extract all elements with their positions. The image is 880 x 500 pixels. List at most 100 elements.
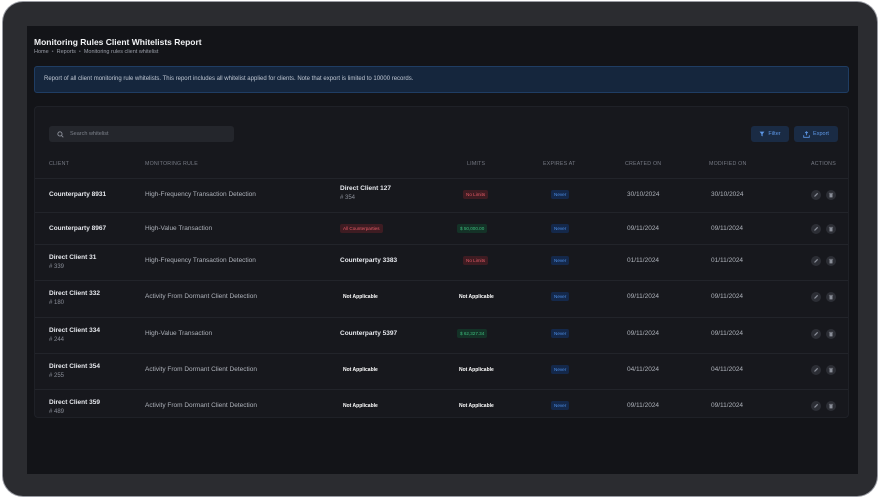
counterparty-name: Counterparty 3383	[340, 257, 398, 264]
app-screen: Monitoring Rules Client Whitelists Repor…	[27, 26, 858, 474]
expires-cell: Never	[551, 224, 570, 233]
delete-button[interactable]	[826, 365, 836, 375]
header-limits[interactable]: LIMITS	[467, 161, 485, 167]
header-actions: ACTIONS	[811, 161, 836, 167]
breadcrumb-home[interactable]: Home	[34, 49, 49, 55]
limit-not-applicable: Not Applicable	[459, 294, 494, 300]
table-row[interactable]: Direct Client 334 # 244 High-Value Transac…	[35, 317, 848, 354]
filter-button-label: Filter	[768, 131, 781, 137]
header-expires-at[interactable]: EXPIRES AT	[543, 161, 576, 167]
breadcrumb: Home • Reports • Monitoring rules client…	[34, 49, 158, 55]
pencil-icon	[814, 226, 819, 231]
table-row[interactable]: Direct Client 31 # 339 High-Frequency Tran…	[35, 244, 848, 281]
header-modified-on[interactable]: MODIFIED ON	[709, 161, 747, 167]
export-button[interactable]: Export	[794, 126, 838, 142]
edit-button[interactable]	[811, 329, 821, 339]
client-id: # 180	[49, 300, 65, 306]
breadcrumb-current: Monitoring rules client whitelist	[83, 49, 159, 55]
delete-button[interactable]	[826, 256, 836, 266]
edit-button[interactable]	[811, 190, 821, 200]
table-row[interactable]: Direct Client 332 # 180 Activity From Dorm…	[35, 280, 848, 317]
export-button-label: Export	[813, 131, 829, 137]
expires-badge: Never	[551, 190, 570, 199]
edit-button[interactable]	[811, 292, 821, 302]
client-name: Direct Client 332	[49, 290, 100, 297]
counterparty-not-applicable: Not Applicable	[343, 403, 378, 409]
trash-icon	[828, 403, 834, 409]
client-name: Direct Client 354	[49, 363, 100, 370]
counterparty-name: Direct Client 127	[340, 185, 391, 192]
limit-badge: $ 50,000.00	[457, 224, 488, 233]
expires-cell: Never	[551, 329, 570, 338]
breadcrumb-separator: •	[78, 49, 81, 55]
expires-badge: Never	[551, 256, 570, 265]
filter-icon	[759, 131, 765, 137]
limit-cell: No Limits	[463, 256, 489, 265]
client-id: # 339	[49, 264, 65, 270]
limit-not-applicable: Not Applicable	[459, 367, 494, 373]
pencil-icon	[814, 294, 819, 299]
breadcrumb-reports[interactable]: Reports	[57, 49, 76, 55]
expires-cell: Never	[551, 190, 570, 199]
expires-badge: Never	[551, 329, 570, 338]
trash-icon	[828, 192, 834, 198]
delete-button[interactable]	[826, 329, 836, 339]
expires-badge: Never	[551, 365, 570, 374]
client-cell: Direct Client 334 # 244	[49, 327, 100, 343]
client-id: # 489	[49, 409, 65, 415]
edit-button[interactable]	[811, 256, 821, 266]
modified-on: 09/11/2024	[711, 293, 744, 300]
client-id: # 244	[49, 337, 65, 343]
trash-icon	[828, 226, 834, 232]
monitoring-rule: High-Value Transaction	[145, 225, 213, 232]
edit-button[interactable]	[811, 365, 821, 375]
client-cell: Direct Client 354 # 255	[49, 363, 100, 379]
delete-button[interactable]	[826, 224, 836, 234]
filter-button[interactable]: Filter	[751, 126, 789, 142]
edit-button[interactable]	[811, 224, 821, 234]
header-monitoring-rule[interactable]: MONITORING RULE	[145, 161, 198, 167]
header-client[interactable]: CLIENT	[49, 161, 69, 167]
delete-button[interactable]	[826, 401, 836, 411]
expires-badge: Never	[551, 292, 570, 301]
limit-badge: $ 62,327.34	[457, 329, 488, 338]
table-row[interactable]: Counterparty 8931 High-Frequency Transact…	[35, 178, 848, 215]
client-name: Direct Client 31	[49, 254, 97, 261]
pencil-icon	[814, 367, 819, 372]
client-name: Direct Client 334	[49, 327, 100, 334]
page-title: Monitoring Rules Client Whitelists Repor…	[34, 37, 202, 47]
client-cell: Counterparty 8967	[49, 225, 106, 232]
export-icon	[803, 130, 810, 138]
limit-cell: $ 62,327.34	[457, 329, 488, 338]
modified-on: 09/11/2024	[711, 330, 744, 337]
monitoring-rule: Activity From Dormant Client Detection	[145, 402, 257, 409]
client-name: Counterparty 8967	[49, 225, 107, 232]
counterparty-not-applicable: Not Applicable	[343, 294, 378, 300]
search-icon	[57, 130, 64, 138]
counterparty-cell: All Counterparties	[340, 224, 383, 233]
created-on: 09/11/2024	[627, 402, 660, 409]
delete-button[interactable]	[826, 190, 836, 200]
search-input[interactable]	[68, 130, 232, 138]
header-created-on[interactable]: CREATED ON	[625, 161, 661, 167]
expires-badge: Never	[551, 224, 570, 233]
counterparty-badge: All Counterparties	[340, 224, 383, 233]
limit-cell: No Limits	[463, 190, 489, 199]
limit-cell: $ 50,000.00	[457, 224, 488, 233]
counterparty-not-applicable: Not Applicable	[343, 367, 378, 373]
modified-on: 30/10/2024	[711, 191, 744, 198]
monitoring-rule: High-Frequency Transaction Detection	[145, 191, 256, 198]
delete-button[interactable]	[826, 292, 836, 302]
client-cell: Direct Client 31 # 339	[49, 254, 96, 270]
modified-on: 09/11/2024	[711, 225, 744, 232]
table-row[interactable]: Direct Client 359 # 489 Activity From Dorm…	[35, 389, 848, 426]
table-row[interactable]: Direct Client 354 # 255 Activity From Dorm…	[35, 353, 848, 390]
monitoring-rule: High-Frequency Transaction Detection	[145, 257, 256, 264]
trash-icon	[828, 331, 834, 337]
breadcrumb-separator: •	[51, 49, 54, 55]
monitoring-rule: High-Value Transaction	[145, 330, 213, 337]
created-on: 09/11/2024	[627, 293, 660, 300]
expires-cell: Never	[551, 365, 570, 374]
limit-badge: No Limits	[463, 190, 489, 199]
edit-button[interactable]	[811, 401, 821, 411]
